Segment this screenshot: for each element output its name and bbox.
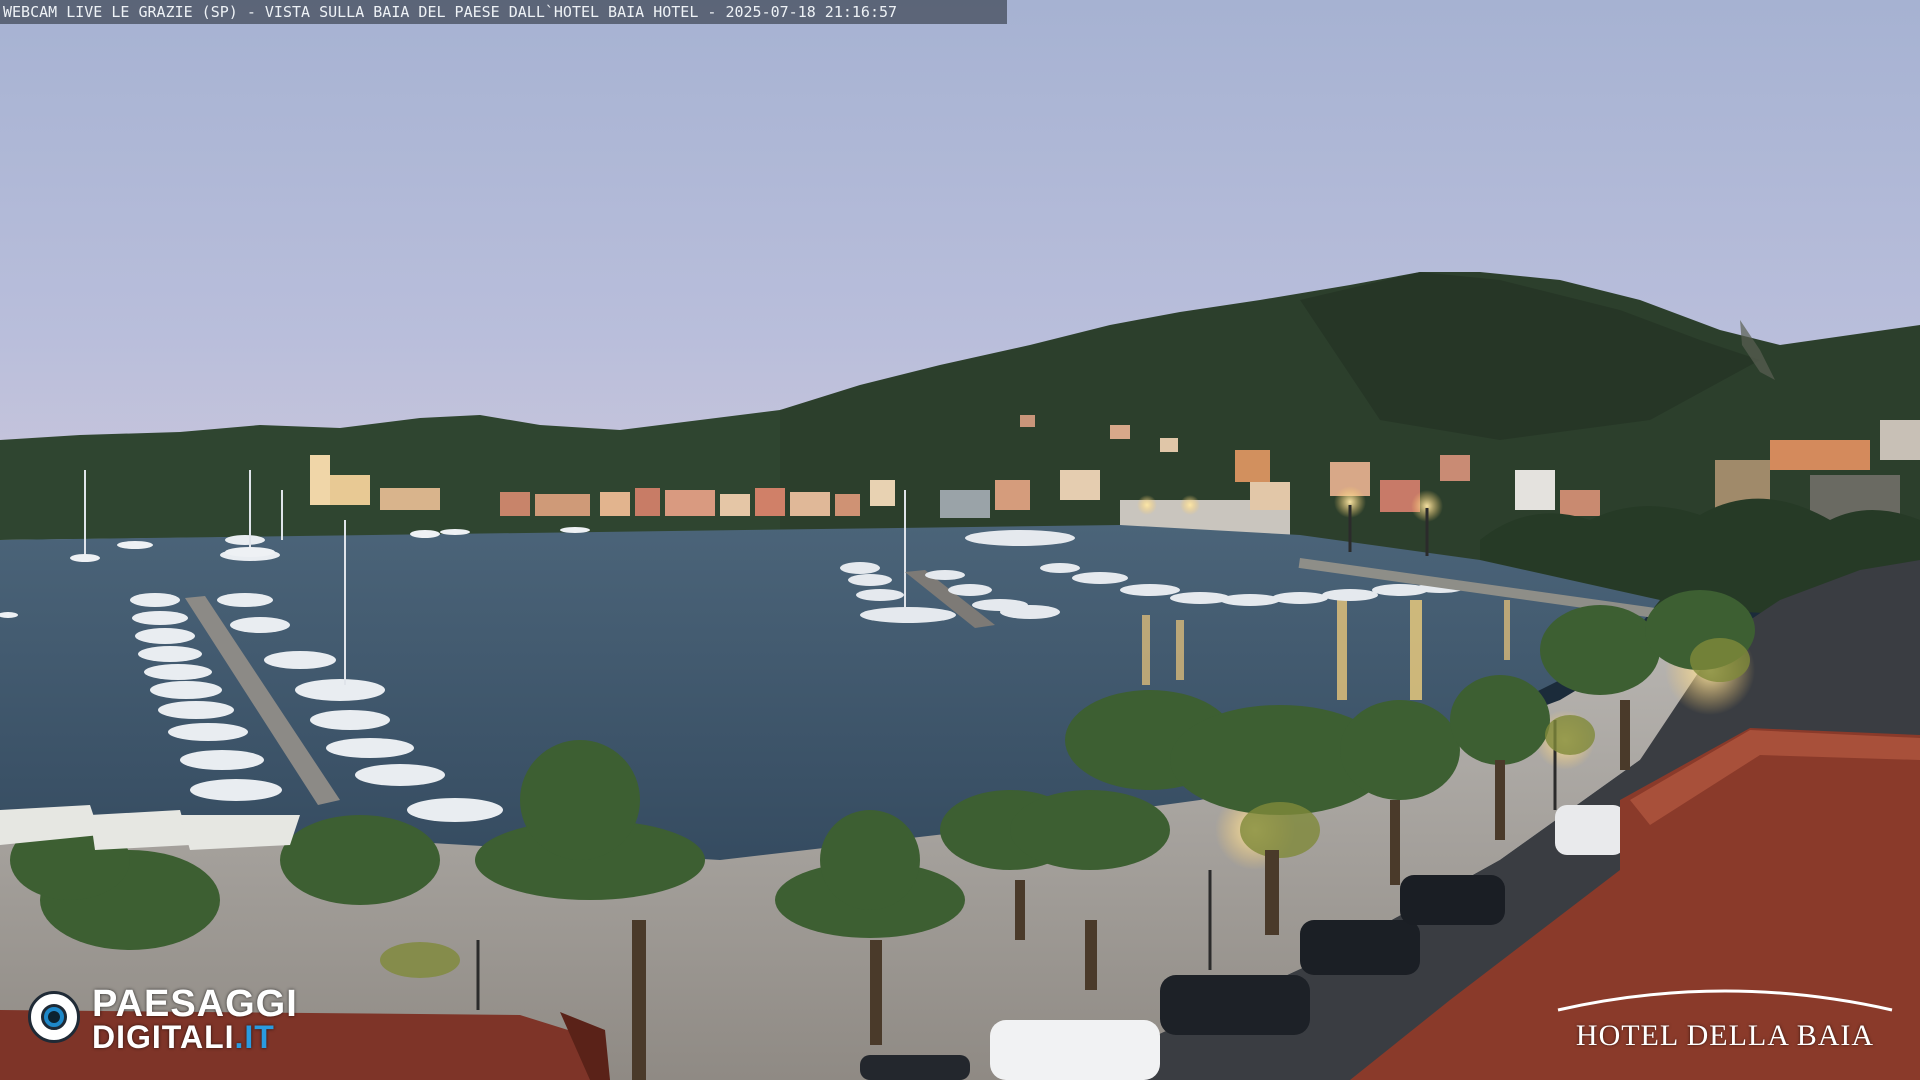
bay-webcam-scene [0,0,1920,1080]
logo-line1: PAESAGGI [92,983,298,1025]
webcam-caption: WEBCAM LIVE LE GRAZIE (SP) - VISTA SULLA… [0,0,1007,24]
arc-icon [1557,989,1893,1012]
paesaggi-digitali-logo: PAESAGGI DIGITALI.IT [28,985,338,1055]
hotel-logo-text: HOTEL DELLA BAIA [1575,1019,1875,1052]
logo-line2-main: DIGITALI [92,1019,235,1055]
logo-line2-tld: .IT [234,1019,275,1055]
eye-icon [28,991,80,1043]
hotel-della-baia-logo: HOTEL DELLA BAIA [1550,980,1900,1052]
logo-line2: DIGITALI.IT [92,1021,275,1053]
